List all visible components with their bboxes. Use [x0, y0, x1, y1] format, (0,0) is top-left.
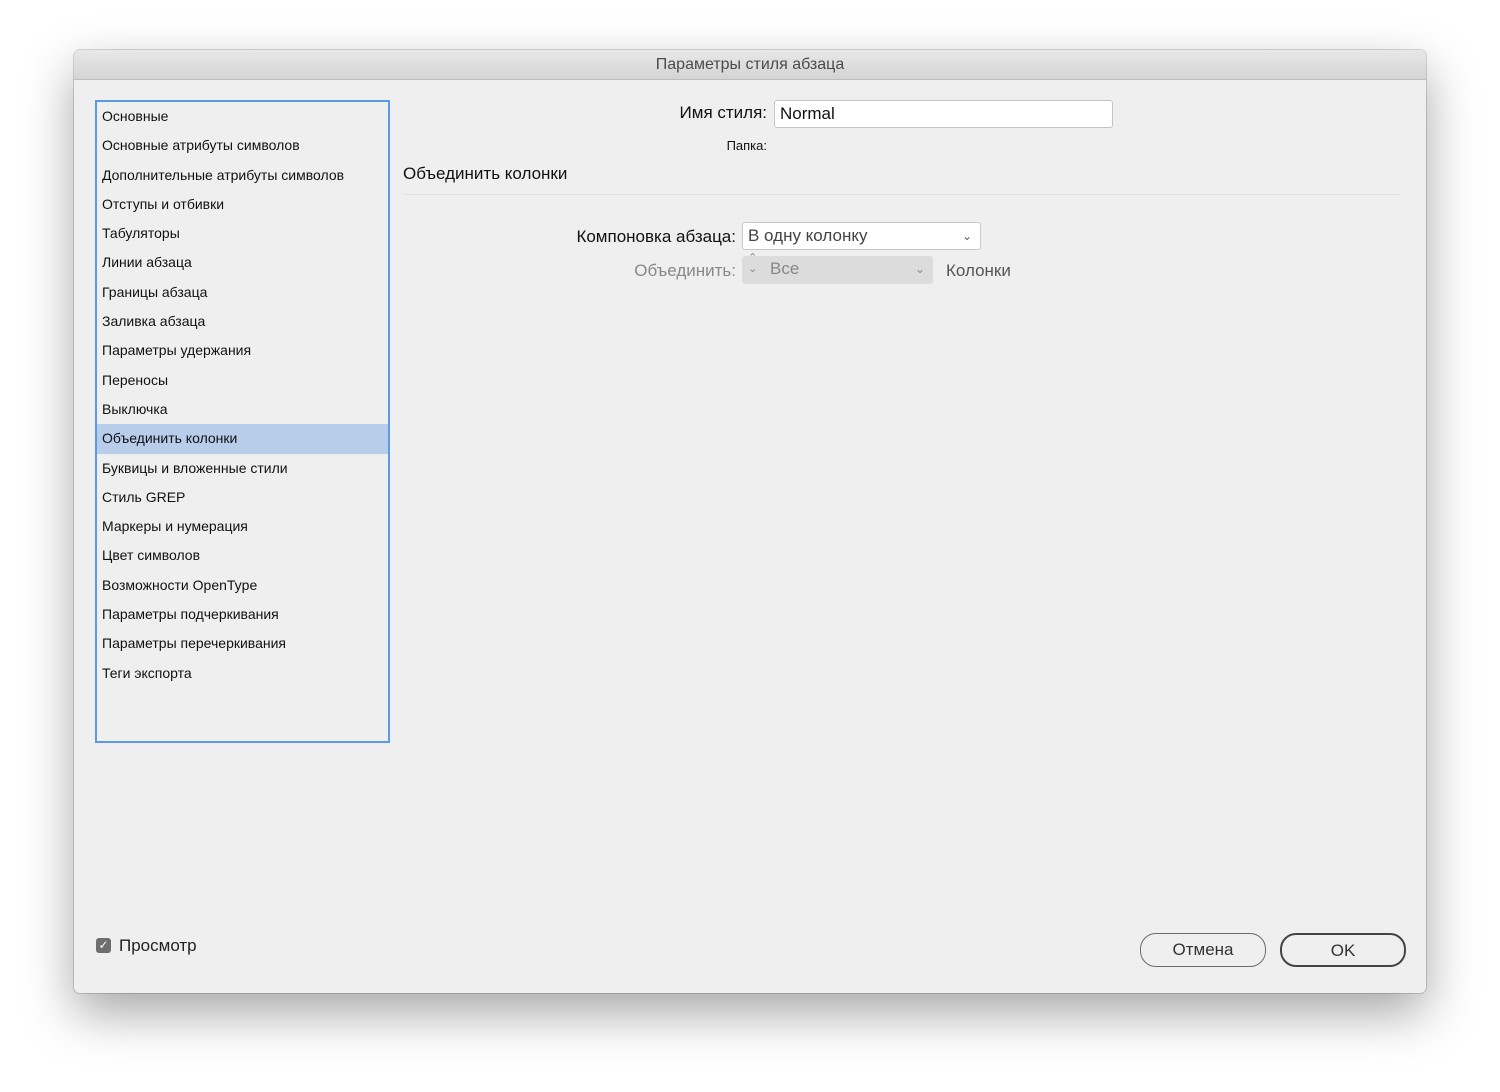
- chevron-down-icon: ⌄: [961, 229, 972, 243]
- span-label: Объединить:: [634, 261, 736, 280]
- span-combobox[interactable]: ⌃ ⌄ Все ⌄: [742, 253, 933, 284]
- folder-label: Папка:: [726, 138, 767, 153]
- category-item[interactable]: Возможности OpenType: [97, 571, 388, 600]
- section-title: Объединить колонки: [403, 164, 568, 183]
- category-item[interactable]: Основные: [97, 102, 388, 131]
- category-item[interactable]: Линии абзаца: [97, 248, 388, 277]
- category-list[interactable]: Основные Основные атрибуты символов Дополн…: [95, 100, 390, 743]
- stepper-icon[interactable]: ⌃ ⌄: [748, 253, 757, 275]
- style-name-label: Имя стиля:: [679, 103, 767, 122]
- category-item[interactable]: Маркеры и нумерация: [97, 512, 388, 541]
- category-item[interactable]: Буквицы и вложенные стили: [97, 454, 388, 483]
- layout-label: Компоновка абзаца:: [576, 227, 736, 246]
- category-item[interactable]: Границы абзаца: [97, 278, 388, 307]
- category-item[interactable]: Стиль GREP: [97, 483, 388, 512]
- layout-select[interactable]: В одну колонку ⌄: [742, 222, 981, 250]
- category-item[interactable]: Дополнительные атрибуты символов: [97, 161, 388, 190]
- cancel-button[interactable]: Отмена: [1140, 933, 1266, 967]
- span-value: Все: [770, 259, 800, 278]
- chevron-down-icon: ⌄: [914, 262, 925, 276]
- span-unit-label: Колонки: [946, 261, 1011, 280]
- category-item[interactable]: Цвет символов: [97, 541, 388, 570]
- category-item[interactable]: Параметры перечеркивания: [97, 629, 388, 658]
- layout-value: В одну колонку: [748, 226, 868, 245]
- divider: [403, 194, 1401, 195]
- category-item[interactable]: Заливка абзаца: [97, 307, 388, 336]
- category-item[interactable]: Основные атрибуты символов: [97, 131, 388, 160]
- category-item[interactable]: Отступы и отбивки: [97, 190, 388, 219]
- preview-label[interactable]: Просмотр: [119, 936, 197, 956]
- ok-button[interactable]: OK: [1280, 933, 1406, 967]
- dialog-window: Параметры стиля абзаца Основные Основные …: [74, 50, 1426, 993]
- category-item[interactable]: Переносы: [97, 366, 388, 395]
- preview-checkbox[interactable]: ✓: [96, 938, 111, 953]
- style-name-input[interactable]: Normal: [774, 100, 1113, 128]
- category-item[interactable]: Параметры подчеркивания: [97, 600, 388, 629]
- category-item[interactable]: Теги экспорта: [97, 659, 388, 688]
- dialog-title: Параметры стиля абзаца: [74, 50, 1426, 80]
- category-item[interactable]: Объединить колонки: [97, 424, 388, 454]
- category-item[interactable]: Параметры удержания: [97, 336, 388, 365]
- category-item[interactable]: Табуляторы: [97, 219, 388, 248]
- category-item[interactable]: Выключка: [97, 395, 388, 424]
